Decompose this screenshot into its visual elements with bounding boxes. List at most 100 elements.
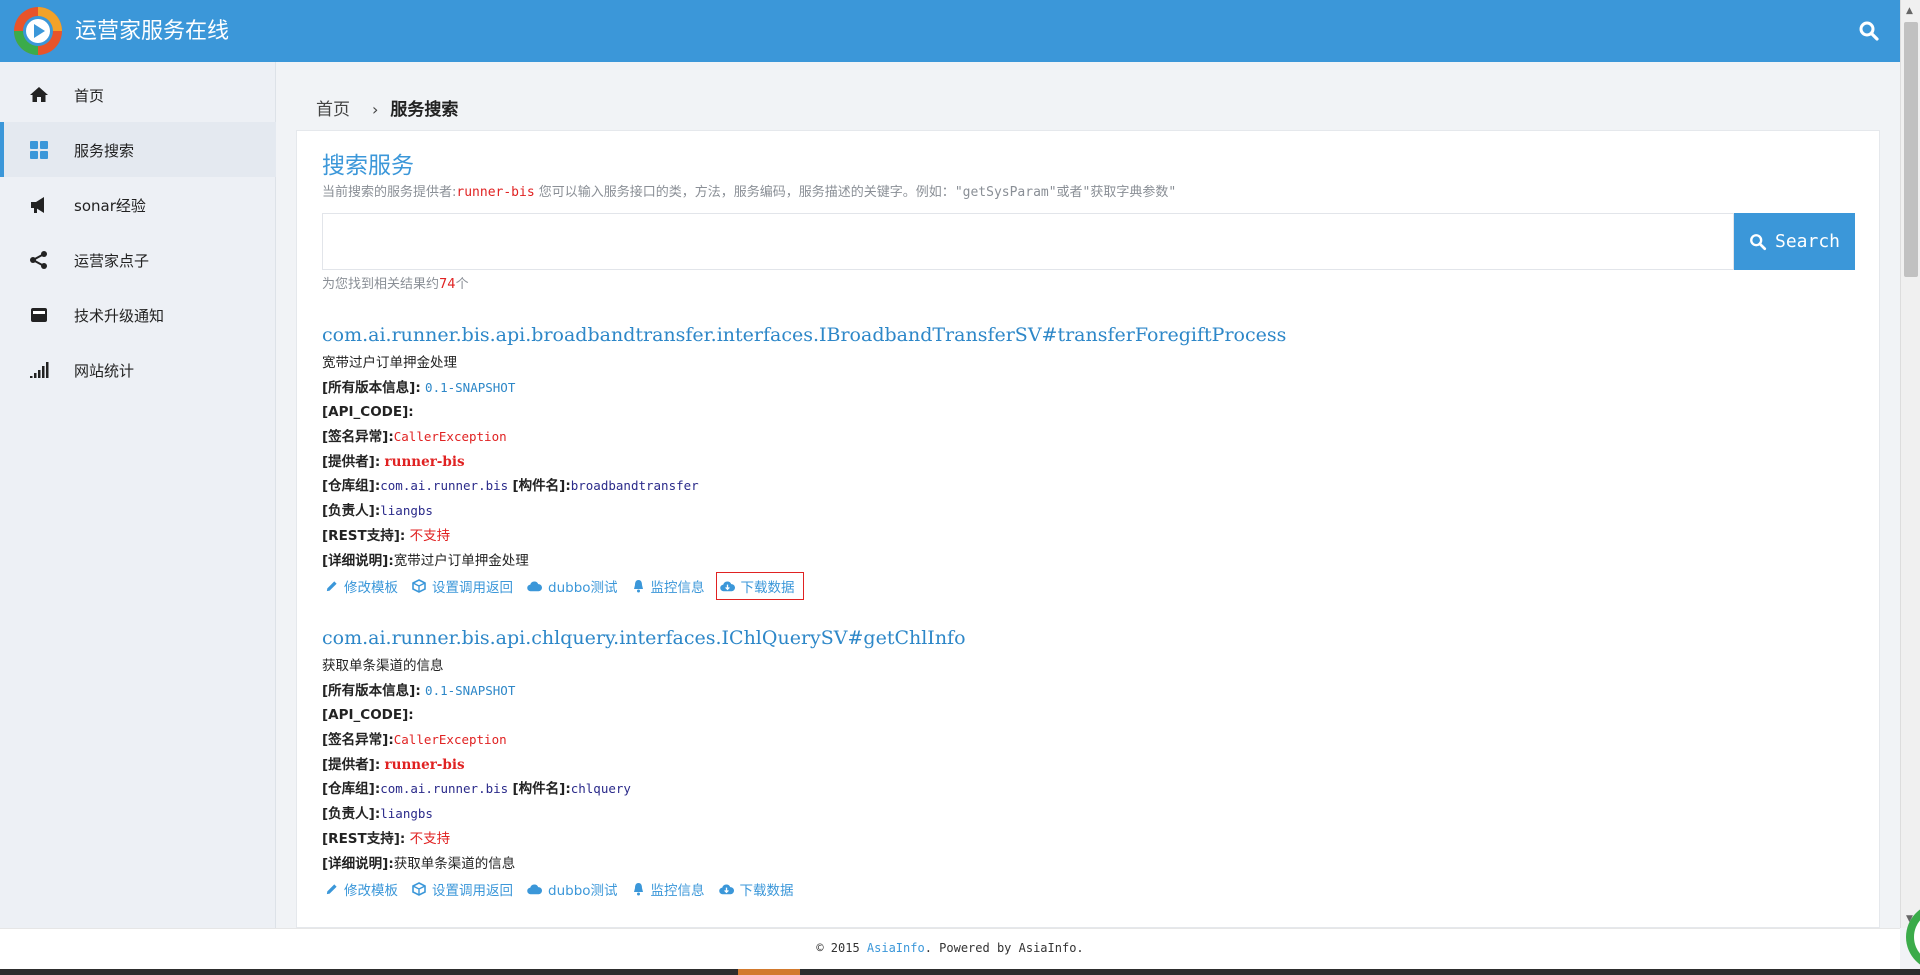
label-owner: [负责人]: — [322, 806, 381, 823]
detail-value: 获取单条渠道的信息 — [393, 855, 516, 872]
result-api-code-row: [API_CODE]: — [322, 703, 1862, 728]
label-detail: [详细说明]: — [322, 855, 394, 872]
repo-group-value: com.ai.runner.bis — [380, 781, 509, 797]
version-link[interactable]: 0.1-SNAPSHOT — [425, 683, 515, 698]
desc-example: "getSysParam"或者"获取字典参数" — [954, 185, 1177, 200]
taskbar-active-item[interactable] — [738, 969, 800, 975]
breadcrumb-current: 服务搜索 — [390, 100, 459, 120]
sidebar-item-ideas[interactable]: 运营家点子 — [0, 232, 276, 287]
monitor-info-button[interactable]: 监控信息 — [629, 877, 708, 901]
result-owner-row: [负责人]:liangbs — [322, 499, 1862, 524]
set-return-button[interactable]: 设置调用返回 — [409, 877, 516, 901]
footer-copyright: © 2015 AsiaInfo. Powered by AsiaInfo. — [0, 941, 1900, 955]
result-summary: 宽带过户订单押金处理 — [322, 355, 457, 371]
result-title-link[interactable]: com.ai.runner.bis.api.broadbandtransfer.… — [322, 319, 1862, 351]
vertical-scrollbar[interactable]: ▲ ▼ — [1900, 0, 1920, 928]
label-repo-group: [仓库组]: — [322, 478, 381, 495]
search-icon[interactable] — [1858, 20, 1880, 42]
set-return-button[interactable]: 设置调用返回 — [409, 574, 516, 598]
bell-icon — [633, 883, 643, 896]
edit-template-button[interactable]: 修改模板 — [322, 877, 401, 901]
dubbo-test-label: dubbo测试 — [548, 580, 618, 597]
taskbar-strip — [0, 969, 1920, 975]
search-button[interactable]: Search — [1734, 213, 1855, 270]
search-description: 当前搜索的服务提供者:runner-bis 您可以输入服务接口的类，方法，服务编… — [322, 181, 1176, 200]
result-rest-row: [REST支持]: 不支持 — [322, 524, 1862, 549]
result-actions: 修改模板 设置调用返回 dubbo测试 监控信息 下载数据 — [322, 572, 1862, 601]
footer-suffix: . Powered by AsiaInfo. — [924, 941, 1084, 955]
download-data-button[interactable]: 下载数据 — [716, 877, 797, 901]
signal-bars-icon — [30, 362, 49, 378]
pencil-icon — [326, 581, 337, 591]
repo-group-value: com.ai.runner.bis — [380, 478, 509, 494]
monitor-info-button[interactable]: 监控信息 — [629, 574, 708, 598]
owner-value: liangbs — [380, 503, 433, 519]
label-versions: [所有版本信息]: — [322, 379, 421, 396]
sidebar-item-service-search[interactable]: 服务搜索 — [0, 122, 276, 177]
footer-prefix: © 2015 — [816, 941, 867, 955]
result-count-number: 74 — [439, 277, 456, 292]
label-artifact: [构件名]: — [512, 478, 571, 495]
set-return-label: 设置调用返回 — [432, 883, 513, 900]
breadcrumb-home-link[interactable]: 首页 — [316, 100, 350, 120]
result-api-code-row: [API_CODE]: — [322, 400, 1862, 425]
megaphone-icon — [31, 197, 44, 213]
download-data-button[interactable]: 下载数据 — [715, 572, 804, 601]
result-summary: 获取单条渠道的信息 — [322, 658, 444, 674]
result-actions: 修改模板 设置调用返回 dubbo测试 监控信息 下载数据 — [322, 876, 1862, 902]
sidebar-item-label: 网站统计 — [74, 362, 135, 380]
rest-value: 不支持 — [409, 527, 451, 544]
logo-icon[interactable] — [12, 5, 64, 57]
search-input[interactable] — [322, 213, 1734, 270]
cube-icon — [412, 882, 426, 897]
download-data-label: 下载数据 — [740, 580, 795, 597]
cloud-download-icon — [718, 884, 734, 894]
result-count: 为您找到相关结果约74个 — [322, 273, 469, 292]
label-artifact: [构件名]: — [512, 781, 571, 798]
result-provider-row: [提供者]: runner-bis — [322, 450, 1862, 475]
sidebar-item-site-stats[interactable]: 网站统计 — [0, 342, 276, 397]
result-title-link[interactable]: com.ai.runner.bis.api.chlquery.interface… — [322, 622, 1862, 654]
set-return-label: 设置调用返回 — [432, 580, 513, 597]
sidebar-item-home[interactable]: 首页 — [0, 67, 276, 122]
cube-icon — [412, 579, 426, 594]
dubbo-test-button[interactable]: dubbo测试 — [524, 574, 621, 598]
dubbo-test-label: dubbo测试 — [548, 883, 618, 900]
footer: © 2015 AsiaInfo. Powered by AsiaInfo. — [0, 928, 1900, 969]
search-result-item: com.ai.runner.bis.api.chlquery.interface… — [322, 622, 1862, 902]
sidebar-item-sonar[interactable]: sonar经验 — [0, 177, 276, 232]
edit-template-button[interactable]: 修改模板 — [322, 574, 401, 598]
sidebar-item-upgrade-notice[interactable]: 技术升级通知 — [0, 287, 276, 342]
result-repo-row: [仓库组]:com.ai.runner.bis [构件名]:broadbandt… — [322, 474, 1862, 499]
home-icon — [30, 87, 48, 102]
result-repo-row: [仓库组]:com.ai.runner.bis [构件名]:chlquery — [322, 777, 1862, 802]
sidebar: 首页 服务搜索 sonar经验 运营家点子 技术升级通知 网站统计 — [0, 62, 276, 928]
search-result-item: com.ai.runner.bis.api.broadbandtransfer.… — [322, 319, 1862, 601]
footer-asiainfo-link[interactable]: AsiaInfo — [867, 941, 925, 955]
dubbo-test-button[interactable]: dubbo测试 — [524, 877, 621, 901]
result-versions-row: [所有版本信息]: 0.1-SNAPSHOT — [322, 679, 1862, 704]
edit-template-label: 修改模板 — [344, 883, 398, 900]
floating-widget-icon[interactable] — [1900, 905, 1920, 969]
detail-value: 宽带过户订单押金处理 — [393, 552, 529, 569]
label-versions: [所有版本信息]: — [322, 682, 421, 699]
result-count-suffix: 个 — [455, 277, 469, 292]
cloud-icon — [527, 884, 542, 894]
scrollbar-thumb[interactable] — [1904, 22, 1918, 277]
version-link[interactable]: 0.1-SNAPSHOT — [425, 380, 515, 395]
result-count-prefix: 为您找到相关结果约 — [322, 277, 440, 292]
label-owner: [负责人]: — [322, 503, 381, 520]
monitor-info-label: 监控信息 — [650, 580, 705, 597]
sidebar-item-label: 技术升级通知 — [74, 307, 165, 325]
search-icon — [1750, 233, 1767, 250]
scroll-up-arrow-icon[interactable]: ▲ — [1906, 6, 1913, 16]
exception-value: CallerException — [393, 732, 507, 748]
chevron-right-icon: › — [372, 100, 379, 119]
exception-value: CallerException — [393, 429, 507, 445]
artifact-value: broadbandtransfer — [570, 478, 699, 494]
desc-middle: 您可以输入服务接口的类，方法，服务编码，服务描述的关键字。例如： — [534, 185, 955, 200]
result-rest-row: [REST支持]: 不支持 — [322, 827, 1862, 852]
pencil-icon — [326, 884, 337, 894]
page-title: 搜索服务 — [322, 153, 414, 179]
edit-template-label: 修改模板 — [344, 580, 398, 597]
